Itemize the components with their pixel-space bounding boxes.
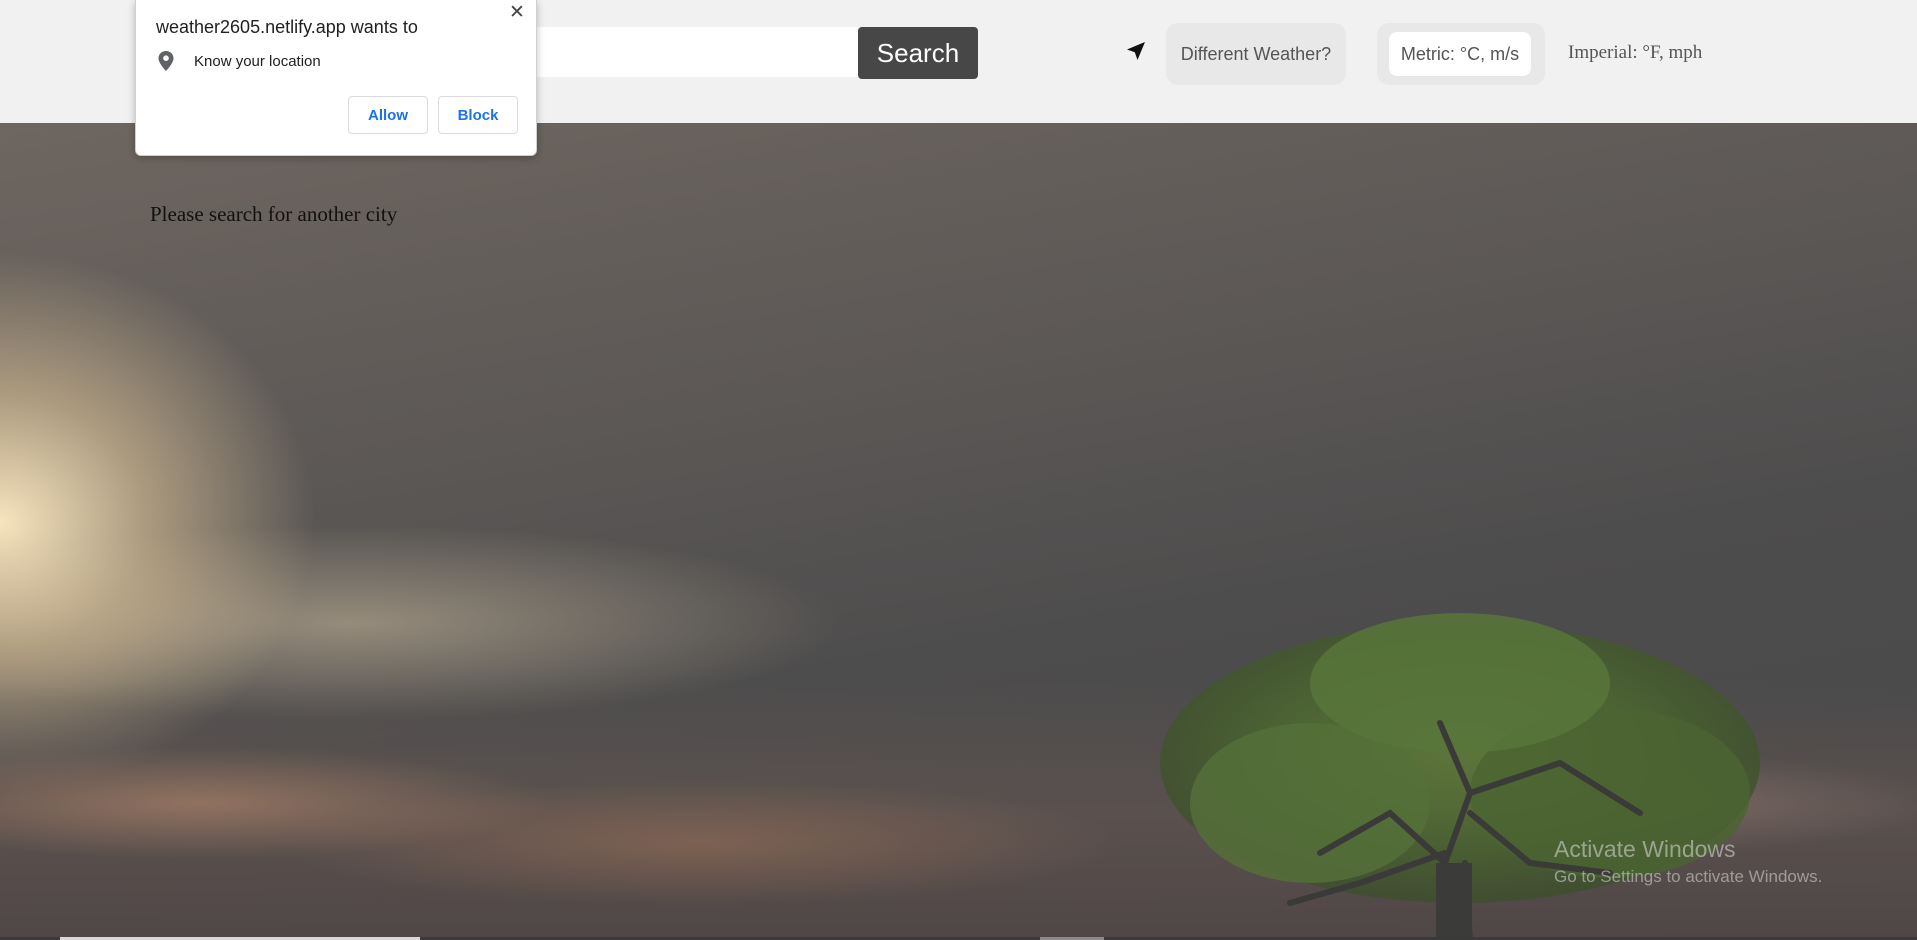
imperial-units-button[interactable]: Imperial: °F, mph [1568,42,1702,64]
navigation-arrow-icon[interactable] [1124,39,1148,63]
city-search-input[interactable] [530,27,858,77]
activate-windows-watermark: Activate Windows Go to Settings to activ… [1554,836,1822,887]
search-button[interactable]: Search [858,27,978,79]
metric-units-button[interactable]: Metric: °C, m/s [1389,32,1531,76]
activate-windows-subtitle: Go to Settings to activate Windows. [1554,867,1823,886]
popup-title: weather2605.netlify.app wants to [156,17,418,37]
activate-windows-title: Activate Windows [1554,836,1736,862]
block-button[interactable]: Block [438,96,518,134]
location-pin-icon [158,51,174,71]
no-city-message: Please search for another city [150,202,398,226]
location-permission-popup: weather2605.netlify.app wants to ✕ Know … [135,0,537,156]
permission-description: Know your location [194,53,321,70]
units-toggle: Metric: °C, m/s [1377,23,1545,85]
tree-silhouette-image [1160,613,1760,940]
allow-button[interactable]: Allow [348,96,428,134]
different-weather-button[interactable]: Different Weather? [1166,23,1346,85]
different-weather-container: Different Weather? [1166,23,1346,85]
weather-app-page: Please search for another city Activate … [0,0,1917,940]
background-sky-image: Please search for another city Activate … [0,123,1917,940]
close-icon[interactable]: ✕ [506,2,528,24]
